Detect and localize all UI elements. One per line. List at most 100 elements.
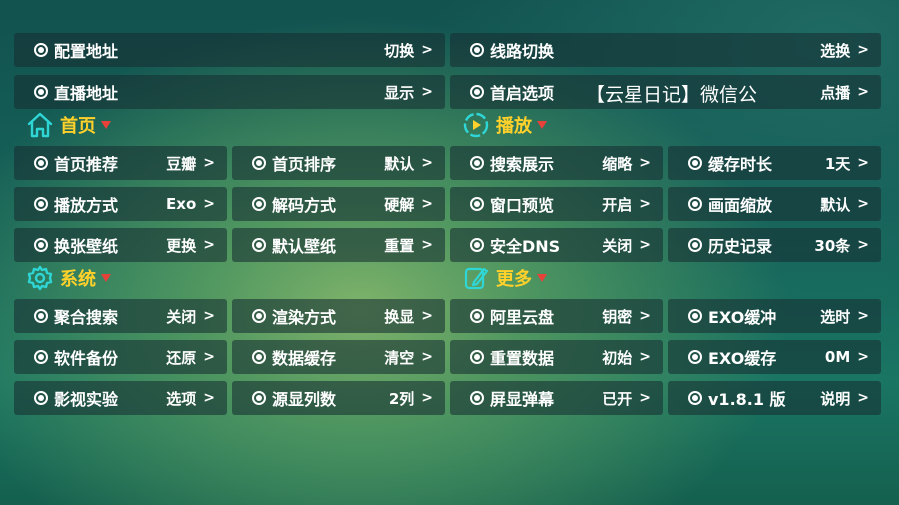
setting-item[interactable]: 数据缓存 清空 > <box>232 340 445 374</box>
setting-label: 播放方式 <box>54 196 119 215</box>
setting-label: 历史记录 <box>708 237 773 256</box>
setting-label: 缓存时长 <box>708 155 773 174</box>
setting-label: 默认壁纸 <box>272 237 337 256</box>
radio-icon <box>688 350 702 364</box>
setting-label: 解码方式 <box>272 196 337 215</box>
radio-icon <box>252 156 266 170</box>
setting-value: 重置 <box>384 236 415 255</box>
setting-item[interactable]: 解码方式 硬解 > <box>232 187 445 221</box>
setting-label: 安全DNS <box>490 237 561 256</box>
section-more-header: 更多 <box>462 263 547 293</box>
setting-item[interactable]: 聚合搜索 关闭 > <box>14 299 227 333</box>
dropdown-indicator-icon <box>101 121 111 129</box>
dropdown-indicator-icon <box>537 121 547 129</box>
chevron-right-icon: > <box>421 349 433 365</box>
setting-value: 选项 <box>166 389 197 408</box>
section-more-title: 更多 <box>496 269 532 290</box>
setting-item[interactable]: 首页推荐 豆瓣 > <box>14 146 227 180</box>
chevron-right-icon: > <box>639 237 651 253</box>
setting-item[interactable]: 历史记录 30条 > <box>668 228 881 262</box>
dropdown-indicator-icon <box>537 274 547 282</box>
section-home-header: 首页 <box>26 110 111 140</box>
radio-icon <box>470 350 484 364</box>
section-home-title: 首页 <box>60 116 96 137</box>
setting-item[interactable]: v1.8.1 版 说明 > <box>668 381 881 415</box>
setting-value: 换显 <box>384 307 415 326</box>
setting-value: 关闭 <box>166 307 197 326</box>
chevron-right-icon: > <box>203 390 215 406</box>
setting-item[interactable]: 搜索展示 缩略 > <box>450 146 663 180</box>
chevron-right-icon: > <box>421 237 433 253</box>
setting-value: 选时 <box>820 307 851 326</box>
section-play-header: 播放 <box>462 110 547 140</box>
radio-icon <box>470 43 484 57</box>
setting-item[interactable]: 源显列数 2列 > <box>232 381 445 415</box>
setting-label: 屏显弹幕 <box>490 390 555 409</box>
setting-item[interactable]: 影视实验 选项 > <box>14 381 227 415</box>
setting-item[interactable]: 换张壁纸 更换 > <box>14 228 227 262</box>
radio-icon <box>34 85 48 99</box>
setting-label: 画面缩放 <box>708 196 773 215</box>
setting-label: 影视实验 <box>54 390 119 409</box>
setting-item[interactable]: 缓存时长 1天 > <box>668 146 881 180</box>
chevron-right-icon: > <box>421 42 433 58</box>
radio-icon <box>252 350 266 364</box>
config-address-item[interactable]: 配置地址 切换 > <box>14 33 445 67</box>
setting-value: 钥密 <box>602 307 633 326</box>
setting-item[interactable]: 默认壁纸 重置 > <box>232 228 445 262</box>
setting-label: 源显列数 <box>272 390 337 409</box>
chevron-right-icon: > <box>639 349 651 365</box>
chevron-right-icon: > <box>421 84 433 100</box>
chevron-right-icon: > <box>203 237 215 253</box>
setting-item[interactable]: 窗口预览 开启 > <box>450 187 663 221</box>
radio-icon <box>34 238 48 252</box>
radio-icon <box>470 156 484 170</box>
chevron-right-icon: > <box>639 308 651 324</box>
setting-item[interactable]: EXO缓存 0M > <box>668 340 881 374</box>
chevron-right-icon: > <box>857 84 869 100</box>
gear-icon <box>27 265 53 291</box>
dropdown-indicator-icon <box>101 274 111 282</box>
radio-icon <box>470 197 484 211</box>
setting-item[interactable]: 软件备份 还原 > <box>14 340 227 374</box>
radio-icon <box>252 238 266 252</box>
setting-item[interactable]: EXO缓冲 选时 > <box>668 299 881 333</box>
chevron-right-icon: > <box>857 155 869 171</box>
chevron-right-icon: > <box>857 196 869 212</box>
chevron-right-icon: > <box>203 196 215 212</box>
radio-icon <box>688 197 702 211</box>
setting-item[interactable]: 安全DNS 关闭 > <box>450 228 663 262</box>
setting-value: 清空 <box>384 348 415 367</box>
setting-label: 阿里云盘 <box>490 308 555 327</box>
radio-icon <box>34 391 48 405</box>
setting-label: 软件备份 <box>54 349 119 368</box>
section-system-title: 系统 <box>60 269 96 290</box>
setting-label: 渲染方式 <box>272 308 337 327</box>
setting-item[interactable]: 屏显弹幕 已开 > <box>450 381 663 415</box>
radio-icon <box>34 43 48 57</box>
chevron-right-icon: > <box>639 196 651 212</box>
setting-item[interactable]: 阿里云盘 钥密 > <box>450 299 663 333</box>
setting-item[interactable]: 画面缩放 默认 > <box>668 187 881 221</box>
chevron-right-icon: > <box>421 390 433 406</box>
section-play-title: 播放 <box>496 116 532 137</box>
chevron-right-icon: > <box>203 155 215 171</box>
setting-item[interactable]: 首页排序 默认 > <box>232 146 445 180</box>
setting-item[interactable]: 渲染方式 换显 > <box>232 299 445 333</box>
setting-value: 还原 <box>166 348 197 367</box>
setting-value: 开启 <box>602 195 633 214</box>
setting-label: 首页推荐 <box>54 155 119 174</box>
setting-label: 换张壁纸 <box>54 237 119 256</box>
radio-icon <box>34 156 48 170</box>
setting-value: 默认 <box>820 195 851 214</box>
radio-icon <box>34 197 48 211</box>
setting-label: v1.8.1 版 <box>708 390 786 409</box>
setting-label: 重置数据 <box>490 349 555 368</box>
setting-item[interactable]: 重置数据 初始 > <box>450 340 663 374</box>
setting-value: Exo <box>166 195 197 213</box>
line-switch-item[interactable]: 线路切换 选换 > <box>450 33 881 67</box>
radio-icon <box>470 238 484 252</box>
setting-item[interactable]: 播放方式 Exo > <box>14 187 227 221</box>
live-address-item[interactable]: 直播地址 显示 > <box>14 75 445 109</box>
radio-icon <box>34 309 48 323</box>
